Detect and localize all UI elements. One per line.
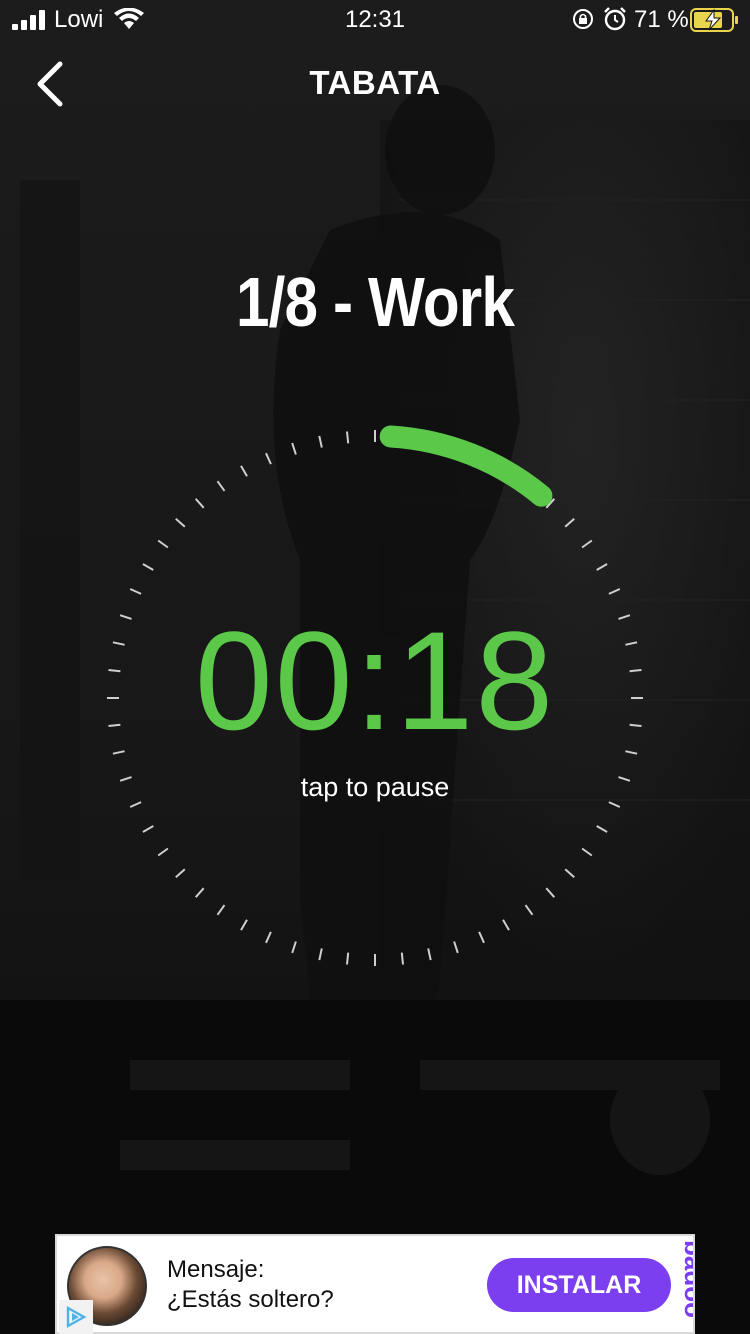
badoo-wordmark: badoo: [679, 1240, 693, 1318]
ad-message-body: ¿Estás soltero?: [167, 1286, 334, 1313]
ad-install-button[interactable]: INSTALAR: [487, 1258, 671, 1312]
ad-choices-icon[interactable]: [59, 1300, 93, 1334]
time-remaining: 00:18: [194, 602, 556, 759]
pause-hint: tap to pause: [300, 772, 450, 802]
ad-banner[interactable]: Mensaje: ¿Estás soltero? INSTALAR badoo: [55, 1234, 695, 1334]
badoo-logo: badoo: [679, 1240, 693, 1318]
tabata-timer-screen: Lowi 12:31 71 % TABATA 1/8 - Work 00:18 …: [0, 0, 750, 1334]
ad-message-title: Mensaje:: [167, 1256, 265, 1283]
